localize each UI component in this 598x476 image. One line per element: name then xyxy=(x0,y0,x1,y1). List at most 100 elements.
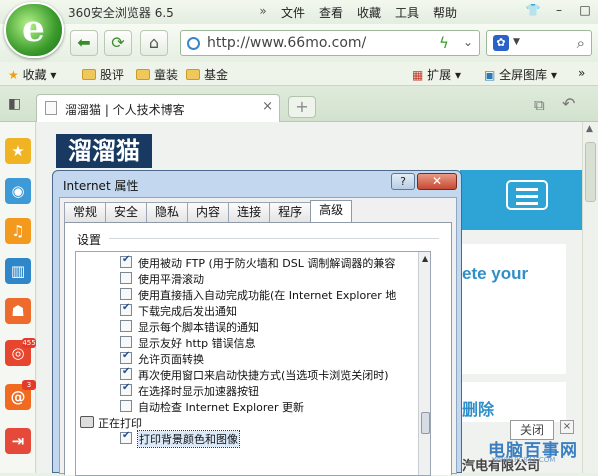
search-engine-icon[interactable]: ✿ xyxy=(493,35,509,51)
favorites-menu[interactable]: ★ 收藏 ▾ xyxy=(8,66,56,83)
setting-row[interactable]: 使用被动 FTP (用于防火墙和 DSL 调制解调器的兼容 xyxy=(76,254,430,270)
dialog-title: Internet 属性 xyxy=(63,179,139,193)
menu-help[interactable]: 帮助 xyxy=(426,4,464,21)
engine-dropdown-icon[interactable]: ▼ xyxy=(513,37,520,47)
setting-row[interactable]: 使用平滑滚动 xyxy=(76,270,430,286)
setting-checkbox[interactable] xyxy=(120,366,132,380)
setting-checkbox[interactable] xyxy=(120,382,132,396)
setting-row[interactable]: 自动检查 Internet Explorer 更新 xyxy=(76,398,430,414)
settings-list[interactable]: ▲ 使用被动 FTP (用于防火墙和 DSL 调制解调器的兼容使用平滑滚动使用直… xyxy=(75,251,431,476)
setting-row[interactable]: 在选择时显示加速器按钮 xyxy=(76,382,430,398)
menu-more[interactable]: » xyxy=(252,4,274,21)
fav-folder-fund[interactable]: 基金 xyxy=(186,66,228,83)
sidebar-favorites-icon[interactable]: ★ xyxy=(5,138,31,164)
menu-view[interactable]: 查看 xyxy=(312,4,350,21)
setting-row[interactable]: 下载完成后发出通知 xyxy=(76,302,430,318)
dialog-body: 常规 安全 隐私 内容 连接 程序 高级 设置 ▲ 使用被动 FTP (用于防火… xyxy=(59,197,457,476)
tab-current[interactable]: 溜溜猫 | 个人技术博客 × xyxy=(36,94,280,122)
settings-group-label: 设置 xyxy=(77,233,102,247)
sidebar-exit-icon[interactable]: ⇥ xyxy=(5,428,31,454)
star-icon: ★ xyxy=(8,68,19,82)
setting-checkbox[interactable] xyxy=(120,254,132,268)
search-icon[interactable]: ⌕ xyxy=(577,34,585,52)
minimize-button[interactable]: – xyxy=(546,0,572,20)
browser-logo-icon xyxy=(4,2,64,58)
tab-close-icon[interactable]: × xyxy=(262,99,273,114)
setting-label: 使用平滑滚动 xyxy=(138,273,204,286)
sidebar-shop-icon[interactable]: ☗ xyxy=(5,298,31,324)
menu-favorites[interactable]: 收藏 xyxy=(350,4,388,21)
new-tab-button[interactable]: + xyxy=(288,96,316,118)
favorites-bar: ★ 收藏 ▾ 股评 童装 基金 ▦ 扩展 ▾ ▣ 全屏图库 ▾ » xyxy=(0,62,598,86)
scroll-thumb[interactable] xyxy=(585,142,596,202)
navigation-bar: ⬅ ⟳ ⌂ http://www.66mo.com/ ϟ ⌄ ✿ ▼ ⌕ xyxy=(0,24,598,62)
setting-checkbox[interactable] xyxy=(120,336,132,348)
search-box[interactable]: ✿ ▼ ⌕ xyxy=(486,30,592,56)
delete-link[interactable]: 删除 xyxy=(462,396,494,420)
fav-folder-kids[interactable]: 童装 xyxy=(136,66,178,83)
setting-checkbox[interactable] xyxy=(120,430,132,444)
setting-label: 在选择时显示加速器按钮 xyxy=(138,385,259,398)
tab-privacy[interactable]: 隐私 xyxy=(146,202,189,222)
tab-advanced[interactable]: 高级 xyxy=(310,200,353,222)
site-logo[interactable]: 溜溜猫 xyxy=(56,134,152,168)
tab-content[interactable]: 内容 xyxy=(187,202,230,222)
skin-icon[interactable]: 👕 xyxy=(520,0,546,20)
window-controls: 👕 – □ xyxy=(520,0,598,20)
setting-row[interactable]: 再次使用窗口来启动快捷方式(当选项卡浏览关闭时) xyxy=(76,366,430,382)
sidebar-book-icon[interactable]: ▥ xyxy=(5,258,31,284)
setting-row[interactable]: 允许页面转换 xyxy=(76,350,430,366)
dialog-close-button[interactable]: ✕ xyxy=(417,173,457,190)
setting-row[interactable]: 打印背景颜色和图像 xyxy=(76,430,430,448)
folder-icon xyxy=(82,69,96,80)
setting-label: 再次使用窗口来启动快捷方式(当选项卡浏览关闭时) xyxy=(138,369,389,382)
fullscreen-gallery[interactable]: ▣ 全屏图库 ▾ xyxy=(484,66,557,83)
tab-security[interactable]: 安全 xyxy=(105,202,148,222)
sidebar-music-icon[interactable]: ♫ xyxy=(5,218,31,244)
undo-close-icon[interactable]: ↶ xyxy=(562,94,575,113)
setting-checkbox[interactable] xyxy=(120,288,132,300)
mail-badge: 3 xyxy=(22,380,36,390)
sidebar-game-icon[interactable]: ◉ xyxy=(5,178,31,204)
menu-file[interactable]: 文件 xyxy=(274,4,312,21)
printer-icon xyxy=(80,416,94,428)
address-dropdown-icon[interactable]: ⌄ xyxy=(463,35,473,49)
setting-checkbox[interactable] xyxy=(120,320,132,332)
setting-checkbox[interactable] xyxy=(120,302,132,316)
refresh-button[interactable]: ⟳ xyxy=(104,30,132,56)
home-button[interactable]: ⌂ xyxy=(140,30,168,56)
tab-programs[interactable]: 程序 xyxy=(269,202,312,222)
setting-label: 显示每个脚本错误的通知 xyxy=(138,321,259,334)
setting-checkbox[interactable] xyxy=(120,350,132,364)
favbar-more[interactable]: » xyxy=(578,66,585,80)
tab-connections[interactable]: 连接 xyxy=(228,202,271,222)
tab-general[interactable]: 常规 xyxy=(64,202,107,222)
fav-folder-stock[interactable]: 股评 xyxy=(82,66,124,83)
scroll-up-icon[interactable]: ▲ xyxy=(586,124,593,134)
setting-checkbox[interactable] xyxy=(120,400,132,412)
gallery-icon: ▣ xyxy=(484,68,496,82)
sidebar-toggle-icon[interactable]: ◧ xyxy=(8,96,21,112)
setting-row[interactable]: 使用直接插入自动完成功能(在 Internet Explorer 地 xyxy=(76,286,430,302)
setting-label: 打印背景颜色和图像 xyxy=(137,430,240,448)
advanced-panel: 设置 ▲ 使用被动 FTP (用于防火墙和 DSL 调制解调器的兼容使用平滑滚动… xyxy=(64,222,452,476)
maximize-button[interactable]: □ xyxy=(572,0,598,20)
tab-list-icon[interactable]: ⧉ xyxy=(534,96,545,114)
setting-row[interactable]: 显示友好 http 错误信息 xyxy=(76,334,430,350)
page-icon xyxy=(45,101,57,115)
address-text[interactable]: http://www.66mo.com/ xyxy=(207,35,366,51)
complete-text: ete your xyxy=(462,264,529,283)
page-scrollbar[interactable]: ▲ xyxy=(582,122,598,473)
address-bar[interactable]: http://www.66mo.com/ ϟ ⌄ xyxy=(180,30,480,56)
help-button[interactable]: ? xyxy=(391,173,415,190)
app-title: 360安全浏览器 6.5 xyxy=(68,6,174,20)
dialog-tabs: 常规 安全 隐私 内容 连接 程序 高级 xyxy=(64,200,353,222)
setting-row[interactable]: 显示每个脚本错误的通知 xyxy=(76,318,430,334)
setting-checkbox[interactable] xyxy=(120,272,132,284)
hamburger-menu-icon[interactable] xyxy=(506,180,548,210)
menu-tools[interactable]: 工具 xyxy=(388,4,426,21)
extensions-menu[interactable]: ▦ 扩展 ▾ xyxy=(412,66,461,83)
back-button[interactable]: ⬅ xyxy=(70,30,98,56)
speed-mode-icon[interactable]: ϟ xyxy=(439,34,449,52)
close-icon[interactable]: × xyxy=(560,420,574,434)
